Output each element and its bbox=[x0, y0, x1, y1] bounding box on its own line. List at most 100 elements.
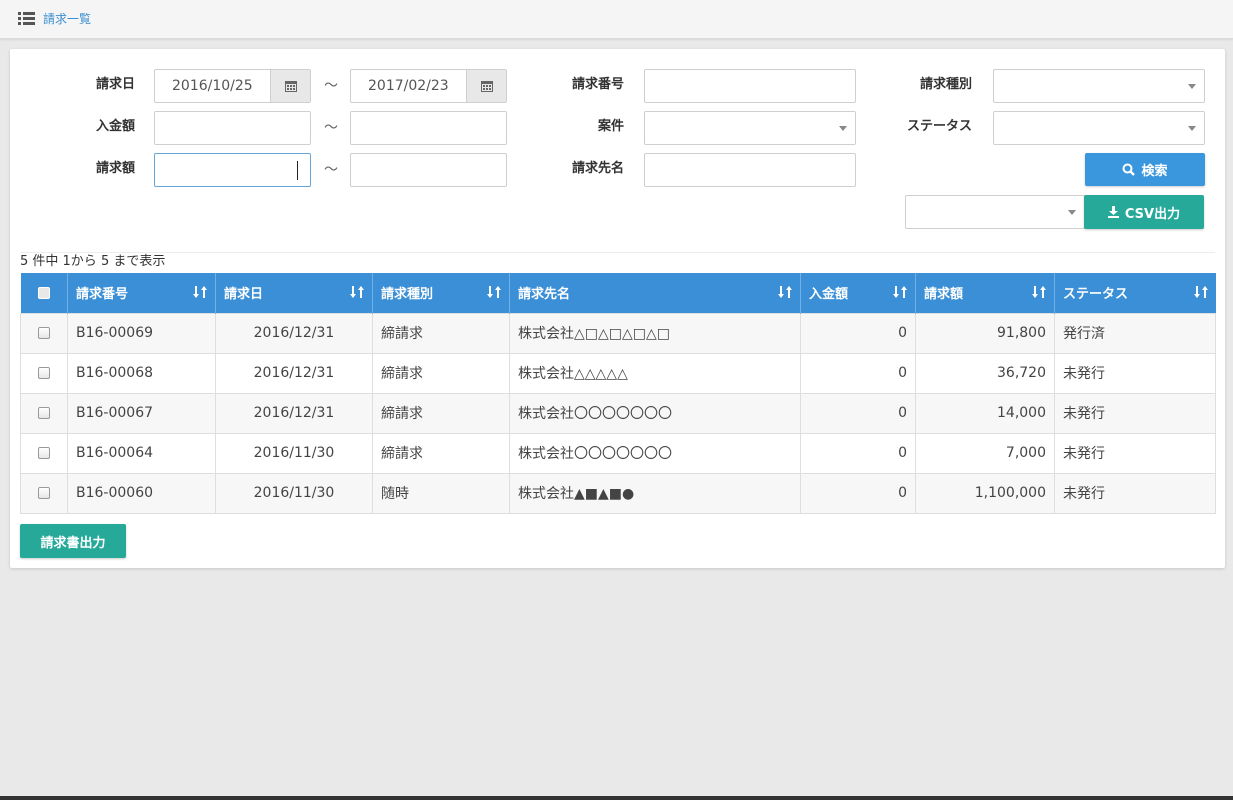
divider bbox=[20, 252, 1215, 253]
sort-icon[interactable] bbox=[350, 285, 364, 299]
cell-status: 発行済 bbox=[1054, 312, 1216, 354]
column-header-billing-date[interactable]: 請求日 bbox=[215, 273, 373, 313]
row-checkbox[interactable] bbox=[38, 487, 50, 499]
download-icon bbox=[1107, 206, 1119, 218]
row-checkbox-cell[interactable] bbox=[20, 472, 68, 514]
invoice-type-label: 請求種別 bbox=[919, 77, 972, 92]
cell-invoice-no: B16-00068 bbox=[67, 352, 216, 394]
sort-icon[interactable] bbox=[1193, 285, 1208, 299]
breadcrumb-label[interactable]: 請求一覧 bbox=[43, 10, 91, 27]
cell-client: 株式会社▲■▲■● bbox=[509, 472, 801, 514]
amount-from-input[interactable] bbox=[154, 153, 311, 187]
chevron-down-icon bbox=[1188, 84, 1196, 89]
cell-billing-date: 2016/11/30 bbox=[215, 432, 373, 474]
top-bar: 請求一覧 bbox=[0, 0, 1233, 39]
cell-invoice-no: B16-00069 bbox=[67, 312, 216, 354]
table-row[interactable]: B16-00060 2016/11/30 随時 株式会社▲■▲■● 0 1,10… bbox=[20, 472, 1216, 514]
range-separator: ～ bbox=[324, 120, 338, 136]
row-checkbox-cell[interactable] bbox=[20, 432, 68, 474]
calendar-icon bbox=[480, 81, 493, 92]
search-button[interactable]: 検索 bbox=[1085, 153, 1205, 186]
column-header-status[interactable]: ステータス bbox=[1054, 273, 1216, 313]
row-checkbox[interactable] bbox=[38, 407, 50, 419]
billing-date-label: 請求日 bbox=[95, 77, 135, 92]
cell-amount: 91,800 bbox=[915, 312, 1055, 354]
row-checkbox-cell[interactable] bbox=[20, 392, 68, 434]
invoice-output-button[interactable]: 請求書出力 bbox=[20, 524, 126, 558]
cell-billing-date: 2016/12/31 bbox=[215, 312, 373, 354]
sort-icon[interactable] bbox=[778, 285, 792, 299]
client-name-input[interactable] bbox=[644, 153, 856, 187]
cell-billing-date: 2016/12/31 bbox=[215, 392, 373, 434]
cell-status: 未発行 bbox=[1054, 352, 1216, 394]
cell-payment: 0 bbox=[800, 392, 916, 434]
sort-icon[interactable] bbox=[893, 285, 907, 299]
column-header-invoice-type[interactable]: 請求種別 bbox=[372, 273, 510, 313]
row-checkbox[interactable] bbox=[38, 447, 50, 459]
table-row[interactable]: B16-00068 2016/12/31 締請求 株式会社△△△△△ 0 36,… bbox=[20, 352, 1216, 394]
row-checkbox[interactable] bbox=[38, 367, 50, 379]
select-all-checkbox[interactable] bbox=[37, 286, 50, 299]
project-label: 案件 bbox=[597, 119, 624, 134]
row-checkbox-cell[interactable] bbox=[20, 352, 68, 394]
payment-from-input[interactable] bbox=[154, 111, 311, 145]
table-row[interactable]: B16-00064 2016/11/30 締請求 株式会社〇〇〇〇〇〇〇 0 7… bbox=[20, 432, 1216, 474]
cell-invoice-no: B16-00067 bbox=[67, 392, 216, 434]
sort-icon[interactable] bbox=[193, 285, 207, 299]
amount-to-input[interactable] bbox=[350, 153, 507, 187]
billing-date-to-input[interactable]: 2017/02/23 bbox=[350, 69, 507, 103]
search-icon bbox=[1122, 163, 1136, 176]
client-label: 請求先名 bbox=[571, 161, 624, 176]
billing-date-from-input[interactable]: 2016/10/25 bbox=[154, 69, 311, 103]
sort-icon[interactable] bbox=[487, 285, 501, 299]
cell-payment: 0 bbox=[800, 472, 916, 514]
cell-amount: 7,000 bbox=[915, 432, 1055, 474]
table-row[interactable]: B16-00069 2016/12/31 締請求 株式会社△□△□△□△□ 0 … bbox=[20, 312, 1216, 354]
column-header-client[interactable]: 請求先名 bbox=[509, 273, 801, 313]
range-separator: ～ bbox=[324, 162, 338, 178]
row-checkbox[interactable] bbox=[38, 327, 50, 339]
text-caret bbox=[297, 161, 298, 180]
cell-status: 未発行 bbox=[1054, 472, 1216, 514]
breadcrumb[interactable]: 請求一覧 bbox=[18, 10, 91, 27]
csv-format-select[interactable] bbox=[905, 195, 1085, 229]
cell-invoice-type: 締請求 bbox=[372, 312, 510, 354]
column-header-amount[interactable]: 請求額 bbox=[915, 273, 1055, 313]
list-icon bbox=[18, 12, 35, 25]
row-checkbox-cell[interactable] bbox=[20, 312, 68, 354]
select-all-header[interactable] bbox=[20, 273, 68, 313]
cell-client: 株式会社△△△△△ bbox=[509, 352, 801, 394]
invoice-no-input[interactable] bbox=[644, 69, 856, 103]
billing-date-from-value: 2016/10/25 bbox=[172, 78, 253, 94]
project-select[interactable] bbox=[644, 111, 856, 145]
cell-payment: 0 bbox=[800, 432, 916, 474]
calendar-icon bbox=[284, 81, 297, 92]
cell-payment: 0 bbox=[800, 352, 916, 394]
table-header-row: 請求番号 請求日 請求種別 請求先名 入金額 請求額 ステータス bbox=[20, 273, 1216, 313]
status-select[interactable] bbox=[993, 111, 1205, 145]
billing-date-to-value: 2017/02/23 bbox=[368, 78, 449, 94]
cell-amount: 14,000 bbox=[915, 392, 1055, 434]
bottom-bar bbox=[0, 796, 1233, 800]
cell-payment: 0 bbox=[800, 312, 916, 354]
billing-date-from-picker[interactable] bbox=[270, 70, 310, 102]
cell-invoice-type: 随時 bbox=[372, 472, 510, 514]
record-count: 5 件中 1から 5 まで表示 bbox=[20, 254, 166, 269]
cell-amount: 1,100,000 bbox=[915, 472, 1055, 514]
sort-icon[interactable] bbox=[1032, 285, 1046, 299]
table-row[interactable]: B16-00067 2016/12/31 締請求 株式会社〇〇〇〇〇〇〇 0 1… bbox=[20, 392, 1216, 434]
range-separator: ～ bbox=[324, 78, 338, 94]
payment-to-input[interactable] bbox=[350, 111, 507, 145]
cell-invoice-no: B16-00064 bbox=[67, 432, 216, 474]
cell-status: 未発行 bbox=[1054, 392, 1216, 434]
column-header-invoice-no[interactable]: 請求番号 bbox=[67, 273, 216, 313]
cell-invoice-type: 締請求 bbox=[372, 352, 510, 394]
billing-date-to-picker[interactable] bbox=[466, 70, 506, 102]
csv-export-button[interactable]: CSV出力 bbox=[1084, 195, 1204, 229]
column-header-payment[interactable]: 入金額 bbox=[800, 273, 916, 313]
chevron-down-icon bbox=[839, 126, 847, 131]
search-button-label: 検索 bbox=[1141, 164, 1168, 179]
cell-client: 株式会社△□△□△□△□ bbox=[509, 312, 801, 354]
invoice-type-select[interactable] bbox=[993, 69, 1205, 103]
cell-billing-date: 2016/12/31 bbox=[215, 352, 373, 394]
